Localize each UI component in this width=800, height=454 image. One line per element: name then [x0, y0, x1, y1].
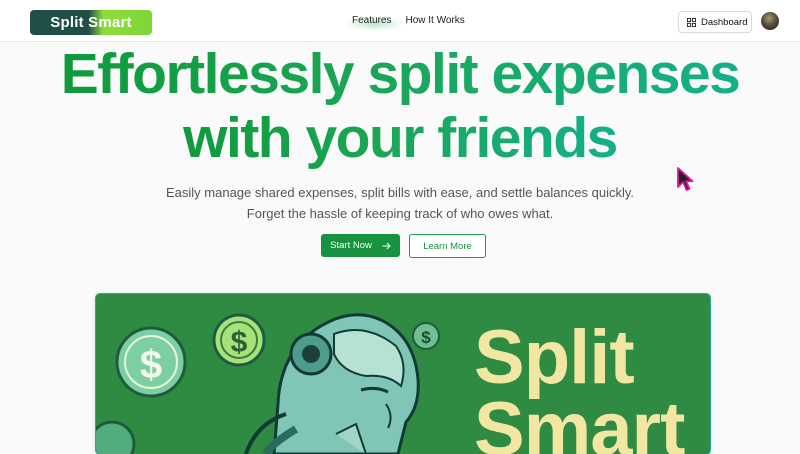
hero-title-line1: Effortlessly split expenses	[60, 42, 741, 106]
avatar[interactable]	[761, 12, 779, 30]
robot-illustration	[244, 313, 420, 454]
svg-text:$: $	[140, 343, 162, 387]
dollar-coin-icon: $	[212, 313, 266, 367]
hero-title-line2: with your friends	[183, 106, 618, 170]
logo-text: Split Smart	[50, 14, 132, 31]
dashboard-button[interactable]: Dashboard	[678, 11, 752, 33]
grid-icon	[687, 17, 696, 27]
dollar-coin-icon	[96, 420, 136, 454]
svg-text:$: $	[421, 328, 431, 347]
hero-banner-image: $ $ $ Split Smart	[96, 294, 710, 454]
learn-more-button[interactable]: Learn More	[409, 234, 486, 258]
nav-links: Features How It Works	[352, 15, 465, 26]
banner-title-line2: Smart	[474, 387, 685, 454]
top-navbar: Split Smart Features How It Works Dashbo…	[0, 0, 800, 42]
mouse-pointer-icon	[677, 167, 694, 191]
learn-more-label: Learn More	[423, 240, 472, 252]
hero-subtitle: Easily manage shared expenses, split bil…	[165, 185, 634, 221]
dashboard-label: Dashboard	[701, 16, 748, 28]
banner-title-line1: Split	[474, 315, 635, 400]
dollar-coin-icon: $	[115, 326, 187, 398]
dollar-coin-icon: $	[412, 322, 440, 350]
nav-how-it-works[interactable]: How It Works	[405, 15, 464, 26]
banner-title: Split Smart	[474, 315, 694, 454]
arrow-right-icon	[382, 242, 391, 249]
hero-title: Effortlessly split expenses with your fr…	[0, 42, 800, 170]
logo[interactable]: Split Smart	[30, 10, 152, 35]
start-now-button[interactable]: Start Now	[321, 234, 400, 257]
start-now-label: Start Now	[330, 240, 372, 251]
svg-text:$: $	[231, 326, 248, 359]
nav-features[interactable]: Features	[352, 15, 391, 26]
